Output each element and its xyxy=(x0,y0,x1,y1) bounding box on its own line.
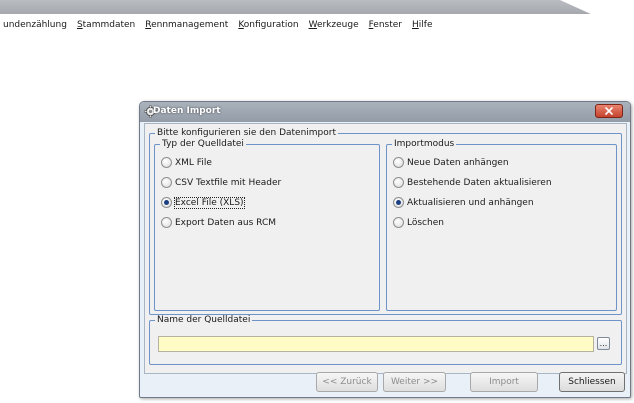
radio-label: CSV Textfile mit Header xyxy=(175,177,282,188)
import-config-legend: Bitte konfigurieren sie den Datenimport xyxy=(155,128,338,138)
radio-delete[interactable]: Löschen xyxy=(393,217,444,228)
close-dialog-button[interactable]: Schliessen xyxy=(559,372,625,392)
radio-label: Excel File (XLS) xyxy=(174,196,245,209)
menu-mnemonic: H xyxy=(412,20,419,30)
radio-xml-file[interactable]: XML File xyxy=(161,157,212,168)
menu-label: ilfe xyxy=(418,20,433,30)
dialog-content: Bitte konfigurieren sie den Datenimport … xyxy=(144,123,627,374)
radio-export-rcm[interactable]: Export Daten aus RCM xyxy=(161,217,276,228)
radio-button[interactable] xyxy=(393,177,404,188)
menu-hilfe[interactable]: Hilfe xyxy=(407,20,438,30)
radio-excel-file[interactable]: Excel File (XLS) xyxy=(161,196,245,209)
dialog-titlebar[interactable]: Daten Import xyxy=(140,102,630,122)
import-mode-group: Importmodus Neue Daten anhängen Bestehen… xyxy=(386,139,617,311)
menu-mnemonic: W xyxy=(308,20,317,30)
source-file-legend: Name der Quelldatei xyxy=(155,315,253,325)
radio-button[interactable] xyxy=(161,177,172,188)
menu-label: onfiguration xyxy=(243,20,299,30)
close-button[interactable] xyxy=(595,104,623,118)
menu-stammdaten[interactable]: Stammdaten xyxy=(72,20,140,30)
menu-label: undenzählung xyxy=(3,20,67,30)
menu-konfiguration[interactable]: Konfiguration xyxy=(233,20,303,30)
back-button[interactable]: << Zurück xyxy=(316,372,378,392)
next-button[interactable]: Weiter >> xyxy=(383,372,446,392)
source-type-group: Typ der Quelldatei XML File CSV Textfile… xyxy=(154,139,380,311)
import-config-group: Bitte konfigurieren sie den Datenimport … xyxy=(149,128,622,315)
menu-label: ennmanagement xyxy=(151,20,229,30)
source-file-group: Name der Quelldatei ... xyxy=(149,315,622,365)
radio-csv-textfile[interactable]: CSV Textfile mit Header xyxy=(161,177,281,188)
source-file-input[interactable] xyxy=(158,336,594,352)
menu-label: enster xyxy=(373,20,402,30)
app-title-strip xyxy=(0,0,634,14)
radio-button-selected[interactable] xyxy=(393,197,404,208)
radio-label: Neue Daten anhängen xyxy=(407,157,509,168)
menu-label: tammdaten xyxy=(82,20,136,30)
radio-append-new[interactable]: Neue Daten anhängen xyxy=(393,157,509,168)
menu-label: erkzeuge xyxy=(316,20,359,30)
radio-label: XML File xyxy=(175,157,212,168)
import-mode-legend: Importmodus xyxy=(392,139,457,149)
radio-button[interactable] xyxy=(161,157,172,168)
radio-button[interactable] xyxy=(393,157,404,168)
radio-label: Export Daten aus RCM xyxy=(175,217,277,228)
radio-button-selected[interactable] xyxy=(161,197,172,208)
radio-button[interactable] xyxy=(161,217,172,228)
source-type-legend: Typ der Quelldatei xyxy=(160,139,246,149)
menu-bar: undenzählung Stammdaten Rennmanagement K… xyxy=(0,14,634,36)
menu-fenster[interactable]: Fenster xyxy=(364,20,407,30)
close-icon xyxy=(605,107,613,115)
menu-rennmanagement[interactable]: Rennmanagement xyxy=(140,20,233,30)
radio-label: Löschen xyxy=(407,217,444,228)
import-button[interactable]: Import xyxy=(470,372,538,392)
radio-label: Bestehende Daten aktualisieren xyxy=(407,177,552,188)
import-dialog: Daten Import Bitte konfigurieren sie den… xyxy=(139,101,631,398)
radio-update-and-append[interactable]: Aktualisieren und anhängen xyxy=(393,197,534,208)
menu-werkzeuge[interactable]: Werkzeuge xyxy=(304,20,364,30)
menu-rundenzaehlung[interactable]: undenzählung xyxy=(0,20,72,30)
dialog-title: Daten Import xyxy=(153,106,221,116)
browse-button[interactable]: ... xyxy=(597,337,610,350)
radio-update-existing[interactable]: Bestehende Daten aktualisieren xyxy=(393,177,552,188)
radio-button[interactable] xyxy=(393,217,404,228)
radio-label: Aktualisieren und anhängen xyxy=(407,197,534,208)
